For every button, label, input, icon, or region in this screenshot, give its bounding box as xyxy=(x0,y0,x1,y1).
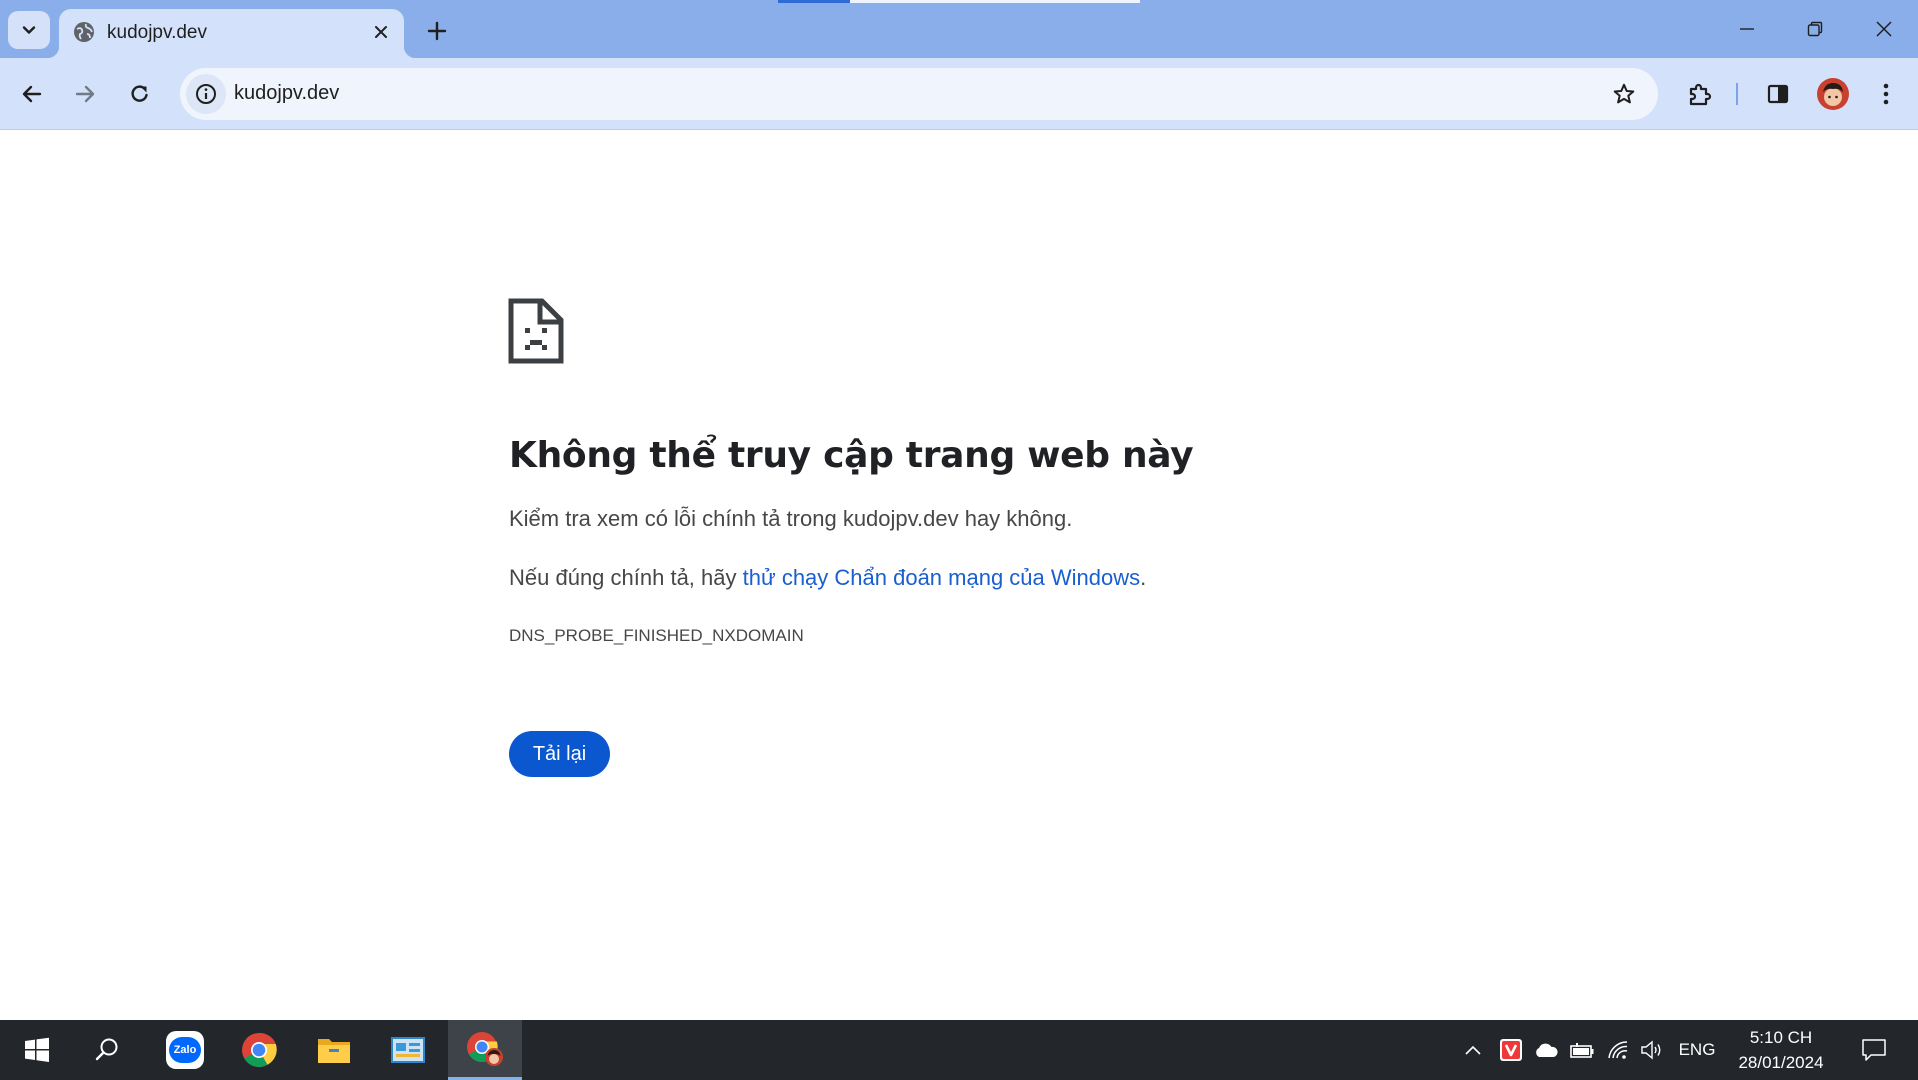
taskbar-search-button[interactable] xyxy=(70,1020,144,1080)
new-tab-button[interactable] xyxy=(420,14,454,48)
arrow-right-icon xyxy=(75,85,95,103)
language-label: ENG xyxy=(1678,1040,1716,1059)
taskbar-clock[interactable]: 5:10 CH 28/01/2024 xyxy=(1718,1025,1844,1075)
error-code: DNS_PROBE_FINISHED_NXDOMAIN xyxy=(509,626,804,645)
profile-avatar[interactable] xyxy=(1817,78,1849,110)
action-center-button[interactable] xyxy=(1852,1034,1896,1066)
tray-onedrive[interactable] xyxy=(1530,1034,1562,1066)
zalo-label: Zalo xyxy=(169,1037,201,1063)
info-icon xyxy=(196,84,216,104)
address-bar[interactable]: kudojpv.dev xyxy=(180,68,1658,120)
star-icon xyxy=(1613,83,1635,104)
volume-icon xyxy=(1641,1040,1661,1060)
back-button[interactable] xyxy=(10,72,54,116)
loading-bar-track xyxy=(850,0,1140,3)
error-suggestion: Kiểm tra xem có lỗi chính tả trong kudoj… xyxy=(509,506,1073,531)
taskbar-app-file-explorer[interactable] xyxy=(297,1020,371,1080)
search-icon xyxy=(95,1038,118,1061)
chrome-profile-icon xyxy=(467,1031,503,1066)
toolbar-divider xyxy=(1736,83,1738,105)
avatar xyxy=(1817,78,1849,110)
minimize-icon xyxy=(1740,28,1754,30)
taskbar-app-chrome[interactable] xyxy=(222,1020,296,1080)
windows-diagnostics-link[interactable]: thử chạy Chẩn đoán mạng của Windows xyxy=(743,565,1141,590)
browser-toolbar: kudojpv.dev xyxy=(0,58,1918,130)
taskbar-app-control-panel[interactable] xyxy=(371,1020,445,1080)
start-button[interactable] xyxy=(0,1020,74,1080)
tab-search-button[interactable] xyxy=(8,11,50,49)
file-explorer-icon xyxy=(318,1039,350,1063)
language-indicator[interactable]: ENG xyxy=(1672,1034,1722,1066)
control-panel-icon xyxy=(391,1037,425,1063)
side-panel-icon xyxy=(1767,84,1789,104)
clock-time: 5:10 CH xyxy=(1749,1028,1813,1047)
tray-volume[interactable] xyxy=(1636,1034,1668,1066)
vivaldi-icon xyxy=(1500,1039,1522,1061)
tray-battery[interactable] xyxy=(1566,1034,1598,1066)
forward-button[interactable] xyxy=(63,72,107,116)
tray-wifi[interactable] xyxy=(1602,1034,1634,1066)
reload-page-button[interactable]: Tải lại xyxy=(509,731,610,777)
chevron-down-icon xyxy=(22,26,36,34)
taskbar-app-zalo[interactable]: Zalo xyxy=(148,1020,222,1080)
tray-vivaldi[interactable] xyxy=(1496,1034,1526,1066)
kebab-menu-icon xyxy=(1883,83,1889,105)
error-diagnostic-suffix: . xyxy=(1140,565,1147,590)
tab-strip: kudojpv.dev xyxy=(0,0,1918,58)
show-hidden-icons-button[interactable] xyxy=(1458,1034,1488,1066)
zalo-icon: Zalo xyxy=(166,1031,204,1069)
windows-start-icon xyxy=(25,1037,49,1062)
restore-icon xyxy=(1807,21,1823,37)
close-window-button[interactable] xyxy=(1861,8,1907,50)
restore-button[interactable] xyxy=(1792,8,1838,50)
taskbar-app-chrome-profile[interactable] xyxy=(448,1020,522,1080)
extensions-button[interactable] xyxy=(1678,72,1722,116)
tab-active[interactable]: kudojpv.dev xyxy=(47,9,416,58)
side-panel-button[interactable] xyxy=(1756,72,1800,116)
error-diagnostic-line: Nếu đúng chính tả, hãy thử chạy Chẩn đoá… xyxy=(509,565,1146,591)
menu-button[interactable] xyxy=(1864,72,1908,116)
battery-icon xyxy=(1570,1043,1594,1058)
reload-button[interactable] xyxy=(118,72,162,116)
onedrive-icon xyxy=(1536,1043,1558,1057)
bookmark-button[interactable] xyxy=(1604,74,1644,114)
reload-icon xyxy=(131,85,148,102)
error-title: Không thể truy cập trang web này xyxy=(509,435,1194,476)
clock-date: 28/01/2024 xyxy=(1738,1053,1824,1072)
globe-icon xyxy=(74,22,94,42)
puzzle-icon xyxy=(1689,83,1712,106)
loading-bar xyxy=(778,0,850,3)
tab-title: kudojpv.dev xyxy=(107,22,207,43)
chrome-icon xyxy=(242,1032,277,1067)
tab-close-button[interactable] xyxy=(368,19,394,45)
chevron-up-icon xyxy=(1465,1045,1481,1055)
url-text[interactable]: kudojpv.dev xyxy=(234,82,339,105)
windows-taskbar: Zalo ENG 5:10 CH 28/01/2024 xyxy=(0,1020,1918,1080)
site-info-button[interactable] xyxy=(186,74,226,114)
notification-icon xyxy=(1862,1039,1886,1061)
error-diagnostic-prefix: Nếu đúng chính tả, hãy xyxy=(509,565,743,590)
minimize-button[interactable] xyxy=(1724,8,1770,50)
sad-document-icon xyxy=(508,298,564,364)
close-icon xyxy=(1876,21,1892,37)
plus-icon xyxy=(427,21,447,41)
wifi-icon xyxy=(1608,1041,1628,1059)
close-icon xyxy=(375,26,387,38)
arrow-left-icon xyxy=(22,85,42,103)
